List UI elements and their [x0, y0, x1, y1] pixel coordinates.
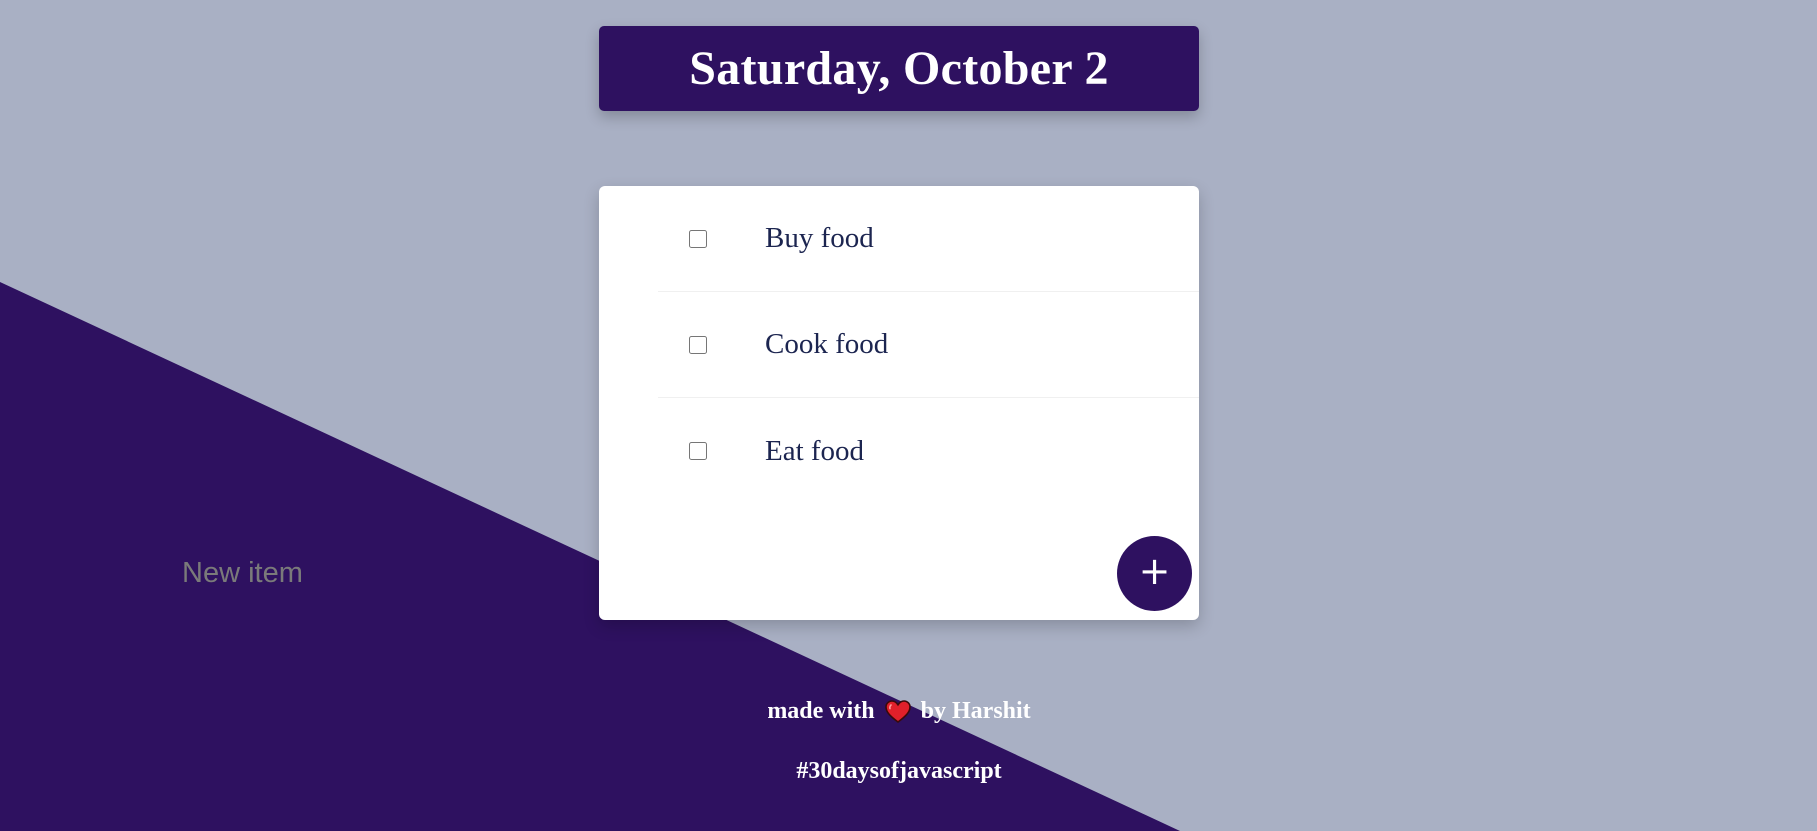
heart-icon: [884, 699, 911, 723]
todo-label: Cook food: [765, 328, 889, 360]
date-header: Saturday, October 2: [599, 26, 1199, 111]
todo-item: Cook food: [658, 292, 1199, 398]
todo-checkbox[interactable]: [689, 229, 707, 248]
todo-card: Buy food Cook food Eat food: [599, 186, 1199, 620]
footer-made-with: made with: [767, 698, 875, 724]
todo-label: Buy food: [765, 222, 874, 254]
todo-item: Buy food: [658, 186, 1199, 292]
todo-checkbox[interactable]: [689, 442, 707, 460]
todo-label: Eat food: [765, 434, 865, 467]
todo-checkbox[interactable]: [689, 335, 707, 354]
footer-credit: made with by Harshit: [0, 698, 1798, 725]
date-title: Saturday, October 2: [689, 42, 1109, 95]
todo-list: Buy food Cook food Eat food: [658, 186, 1199, 504]
new-item-input[interactable]: [180, 547, 544, 599]
footer-author: by Harshit: [920, 698, 1031, 724]
plus-icon: +: [1138, 548, 1171, 593]
todo-item: Eat food: [658, 398, 1199, 504]
footer-hashtag: #30daysofjavascript: [796, 758, 1002, 784]
add-item-button[interactable]: +: [1117, 536, 1192, 611]
